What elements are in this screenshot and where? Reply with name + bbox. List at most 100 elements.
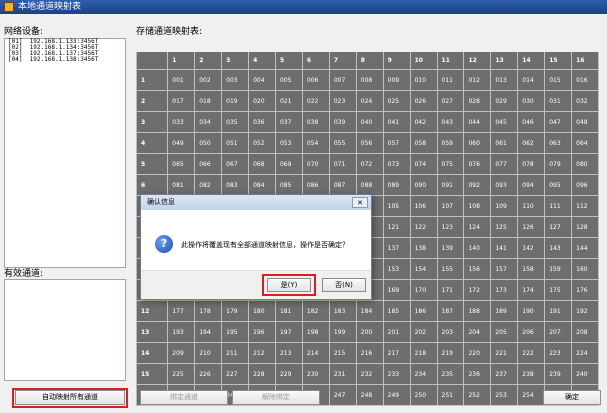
table-cell[interactable]: 048 <box>572 112 600 133</box>
table-cell[interactable]: 181 <box>275 301 303 322</box>
table-cell[interactable]: 003 <box>222 70 250 91</box>
table-cell[interactable]: 012 <box>464 70 492 91</box>
table-cell[interactable]: 021 <box>275 91 303 112</box>
table-cell[interactable]: 096 <box>572 175 600 196</box>
table-cell[interactable]: 088 <box>356 175 384 196</box>
table-cell[interactable]: 252 <box>464 385 492 406</box>
table-cell[interactable]: 160 <box>572 259 600 280</box>
table-cell[interactable]: 018 <box>195 91 223 112</box>
table-cell[interactable]: 182 <box>302 301 330 322</box>
table-cell[interactable]: 178 <box>195 301 223 322</box>
table-cell[interactable]: 059 <box>437 133 465 154</box>
table-cell[interactable]: 220 <box>464 343 492 364</box>
table-cell[interactable]: 205 <box>491 322 519 343</box>
table-cell[interactable]: 020 <box>249 91 276 112</box>
table-cell[interactable]: 211 <box>222 343 250 364</box>
table-cell[interactable]: 071 <box>329 154 357 175</box>
table-cell[interactable]: 089 <box>383 175 411 196</box>
table-cell[interactable]: 176 <box>572 280 600 301</box>
table-cell[interactable]: 121 <box>383 217 411 238</box>
table-cell[interactable]: 215 <box>329 343 357 364</box>
table-cell[interactable]: 180 <box>249 301 276 322</box>
table-cell[interactable]: 014 <box>518 70 546 91</box>
table-cell[interactable]: 189 <box>491 301 519 322</box>
bind-channel-button[interactable]: 绑定通道 <box>140 390 228 405</box>
table-cell[interactable]: 019 <box>222 91 250 112</box>
table-cell[interactable]: 109 <box>491 196 519 217</box>
table-cell[interactable]: 082 <box>195 175 223 196</box>
table-cell[interactable]: 201 <box>383 322 411 343</box>
table-cell[interactable]: 140 <box>464 238 492 259</box>
table-cell[interactable]: 185 <box>383 301 411 322</box>
table-cell[interactable]: 138 <box>410 238 438 259</box>
table-cell[interactable]: 006 <box>302 70 330 91</box>
table-cell[interactable]: 197 <box>275 322 303 343</box>
table-cell[interactable]: 247 <box>329 385 357 406</box>
table-cell[interactable]: 078 <box>518 154 546 175</box>
table-cell[interactable]: 154 <box>410 259 438 280</box>
table-cell[interactable]: 238 <box>518 364 546 385</box>
table-cell[interactable]: 032 <box>572 91 600 112</box>
table-cell[interactable]: 184 <box>356 301 384 322</box>
table-cell[interactable]: 126 <box>518 217 546 238</box>
table-cell[interactable]: 194 <box>195 322 223 343</box>
table-cell[interactable]: 028 <box>464 91 492 112</box>
table-cell[interactable]: 157 <box>491 259 519 280</box>
table-cell[interactable]: 223 <box>545 343 573 364</box>
table-cell[interactable]: 068 <box>249 154 276 175</box>
table-cell[interactable]: 001 <box>168 70 196 91</box>
table-cell[interactable]: 107 <box>437 196 465 217</box>
dialog-no-button[interactable]: 否(N) <box>322 278 366 292</box>
table-cell[interactable]: 011 <box>437 70 465 91</box>
table-cell[interactable]: 142 <box>518 238 546 259</box>
table-cell[interactable]: 251 <box>437 385 465 406</box>
table-cell[interactable]: 110 <box>518 196 546 217</box>
table-cell[interactable]: 029 <box>491 91 519 112</box>
table-cell[interactable]: 230 <box>302 364 330 385</box>
table-cell[interactable]: 222 <box>518 343 546 364</box>
table-cell[interactable]: 128 <box>572 217 600 238</box>
table-cell[interactable]: 057 <box>383 133 411 154</box>
table-cell[interactable]: 125 <box>491 217 519 238</box>
table-cell[interactable]: 209 <box>168 343 196 364</box>
table-cell[interactable]: 235 <box>437 364 465 385</box>
table-cell[interactable]: 004 <box>249 70 276 91</box>
table-cell[interactable]: 038 <box>302 112 330 133</box>
table-cell[interactable]: 233 <box>383 364 411 385</box>
table-cell[interactable]: 017 <box>168 91 196 112</box>
table-cell[interactable]: 051 <box>222 133 250 154</box>
table-cell[interactable]: 072 <box>356 154 384 175</box>
table-cell[interactable]: 005 <box>275 70 303 91</box>
table-cell[interactable]: 022 <box>302 91 330 112</box>
table-cell[interactable]: 156 <box>464 259 492 280</box>
table-cell[interactable]: 198 <box>302 322 330 343</box>
table-cell[interactable]: 080 <box>572 154 600 175</box>
table-cell[interactable]: 010 <box>410 70 438 91</box>
table-cell[interactable]: 075 <box>437 154 465 175</box>
table-cell[interactable]: 210 <box>195 343 223 364</box>
table-cell[interactable]: 081 <box>168 175 196 196</box>
table-cell[interactable]: 067 <box>222 154 250 175</box>
table-cell[interactable]: 250 <box>410 385 438 406</box>
table-cell[interactable]: 253 <box>491 385 519 406</box>
table-cell[interactable]: 054 <box>302 133 330 154</box>
table-cell[interactable]: 094 <box>518 175 546 196</box>
table-cell[interactable]: 139 <box>437 238 465 259</box>
table-cell[interactable]: 042 <box>410 112 438 133</box>
table-cell[interactable]: 008 <box>356 70 384 91</box>
table-cell[interactable]: 076 <box>464 154 492 175</box>
table-cell[interactable]: 058 <box>410 133 438 154</box>
table-cell[interactable]: 023 <box>329 91 357 112</box>
table-cell[interactable]: 237 <box>491 364 519 385</box>
table-cell[interactable]: 085 <box>275 175 303 196</box>
table-cell[interactable]: 234 <box>410 364 438 385</box>
table-cell[interactable]: 179 <box>222 301 250 322</box>
table-cell[interactable]: 112 <box>572 196 600 217</box>
table-cell[interactable]: 249 <box>383 385 411 406</box>
table-cell[interactable]: 090 <box>410 175 438 196</box>
table-cell[interactable]: 074 <box>410 154 438 175</box>
table-cell[interactable]: 155 <box>437 259 465 280</box>
table-cell[interactable]: 143 <box>545 238 573 259</box>
table-cell[interactable]: 226 <box>195 364 223 385</box>
table-cell[interactable]: 077 <box>491 154 519 175</box>
